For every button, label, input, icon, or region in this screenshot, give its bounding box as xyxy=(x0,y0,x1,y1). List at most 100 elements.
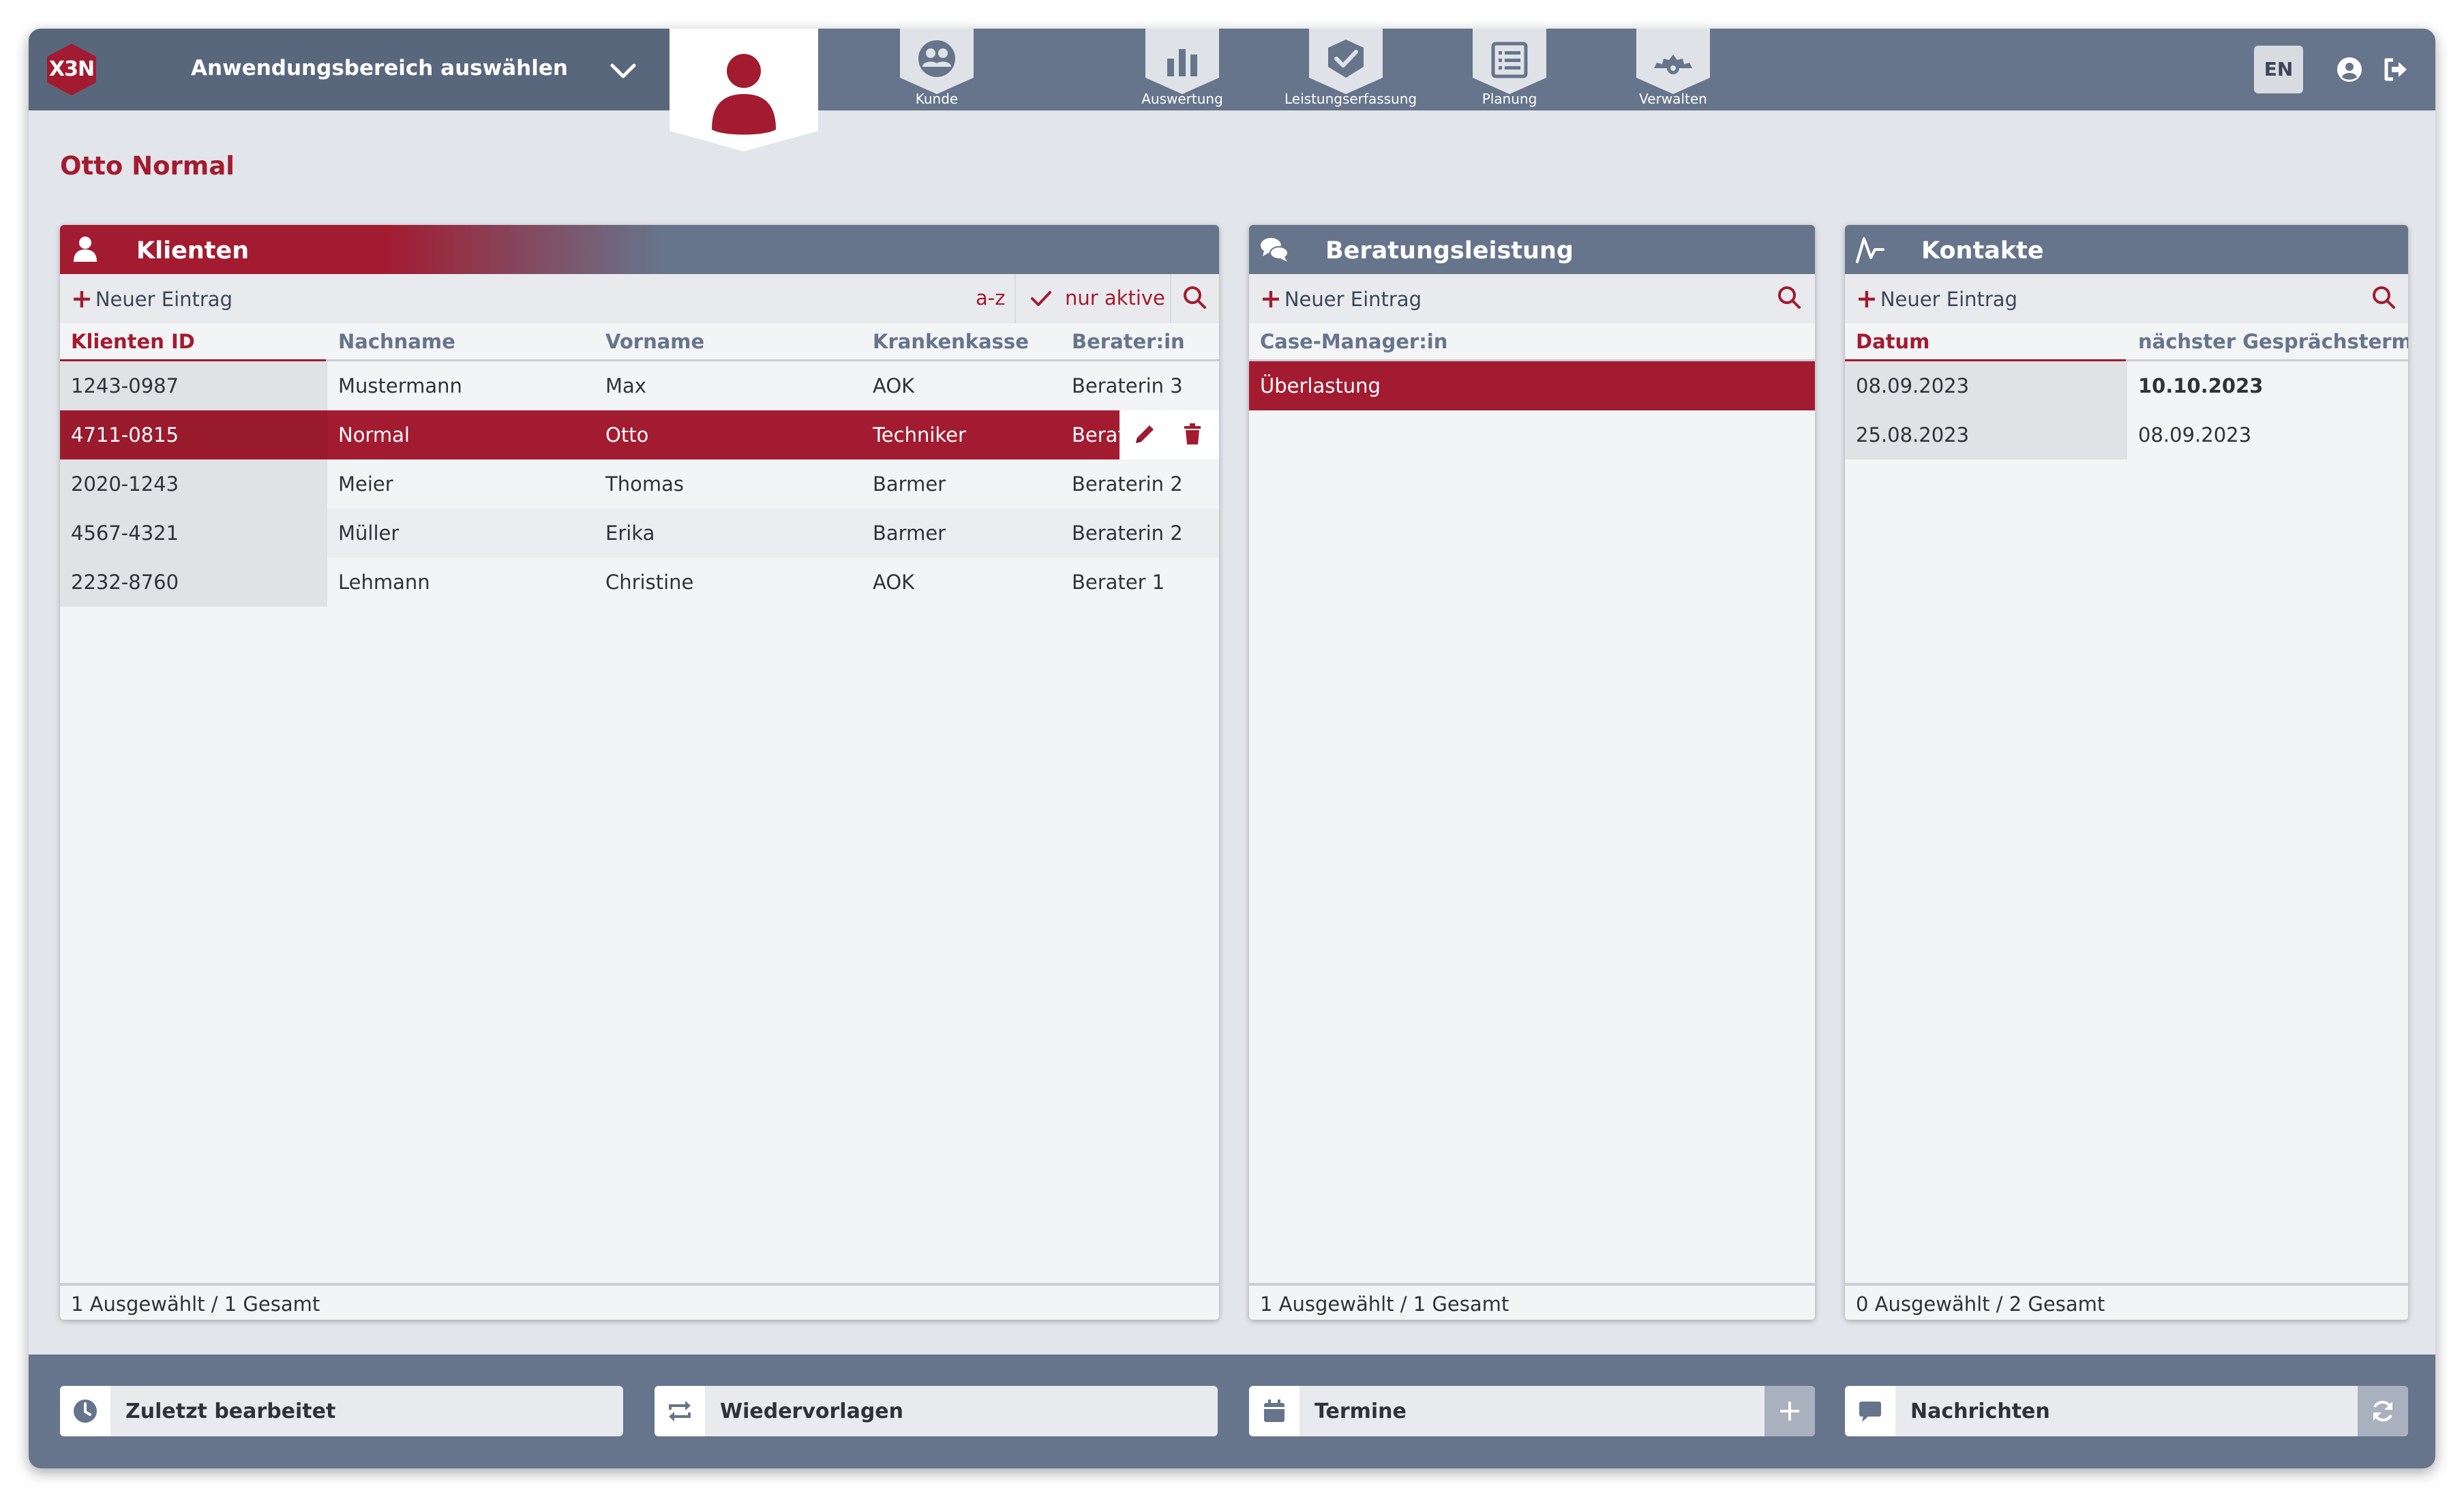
nav-item-leistungserfassung[interactable]: Leistungserfassung xyxy=(1284,29,1417,110)
consulting-table-body: Überlastung xyxy=(1249,361,1815,410)
appointments-button[interactable]: Termine xyxy=(1249,1386,1815,1436)
clients-toolbar: + Neuer Eintrag a-z nur aktive xyxy=(60,274,1219,323)
search-icon[interactable] xyxy=(1181,284,1208,311)
dock-icon-box xyxy=(1845,1386,1895,1436)
table-row[interactable]: 2232-8760 Lehmann Christine AOK Berater … xyxy=(60,558,1219,607)
column-header-first-name[interactable]: Vorname xyxy=(605,330,704,353)
resubmissions-button[interactable]: Wiedervorlagen xyxy=(655,1386,1218,1436)
app-selector[interactable]: X3N Anwendungsbereich auswählen xyxy=(29,29,670,110)
row-actions xyxy=(1120,410,1219,459)
nav-item-auswertung[interactable]: Auswertung xyxy=(1121,29,1244,110)
repeat-icon xyxy=(669,1401,691,1421)
search-icon[interactable] xyxy=(1775,284,1803,311)
user-account-icon[interactable] xyxy=(2336,56,2363,83)
message-icon xyxy=(1859,1402,1881,1422)
cell-client-id: 2020-1243 xyxy=(60,459,327,509)
cell-client-id: 4711-0815 xyxy=(60,410,327,459)
table-row[interactable]: 08.09.2023 10.10.2023 xyxy=(1845,361,2408,410)
table-row[interactable]: 25.08.2023 08.09.2023 xyxy=(1845,410,2408,459)
table-row-selected[interactable]: 4711-0815 Normal Otto Techniker Berat xyxy=(60,410,1219,459)
plus-icon: + xyxy=(1260,284,1282,314)
cell-first-name: Otto xyxy=(605,423,649,447)
nav-tab-person-active[interactable] xyxy=(670,29,818,151)
group-icon xyxy=(900,29,974,94)
logout-icon[interactable] xyxy=(2382,56,2409,83)
column-header-case-manager[interactable]: Case-Manager:in xyxy=(1260,330,1447,353)
cell-last-name: Normal xyxy=(338,423,410,447)
consulting-panel: Beratungsleistung + Neuer Eintrag Case-Ma… xyxy=(1249,225,1815,1320)
person-icon xyxy=(74,237,97,262)
check-icon[interactable] xyxy=(1030,288,1053,309)
cell-last-name: Meier xyxy=(338,472,393,496)
contacts-toolbar: + Neuer Eintrag xyxy=(1845,274,2408,323)
contacts-table-body: 08.09.2023 10.10.2023 25.08.2023 08.09.2… xyxy=(1845,361,2408,459)
nav-item-label: Verwalten xyxy=(1639,91,1707,107)
nav-item-verwalten[interactable]: Verwalten xyxy=(1612,29,1734,110)
column-header-insurance[interactable]: Krankenkasse xyxy=(873,330,1029,353)
table-row-selected[interactable]: Überlastung xyxy=(1249,361,1815,410)
table-row[interactable]: 2020-1243 Meier Thomas Barmer Beraterin … xyxy=(60,459,1219,509)
cell-insurance: Techniker xyxy=(873,423,966,447)
contacts-selection-count: 0 Ausgewählt / 2 Gesamt xyxy=(1856,1292,2105,1316)
cell-first-name: Christine xyxy=(605,571,694,594)
consulting-panel-header: Beratungsleistung xyxy=(1249,225,1815,274)
list-icon xyxy=(1473,29,1546,94)
chevron-down-icon[interactable] xyxy=(607,55,640,87)
toolbar-divider xyxy=(1015,274,1016,323)
cell-insurance: AOK xyxy=(873,571,915,594)
contacts-panel-title: Kontakte xyxy=(1921,237,2044,264)
toolbar-divider xyxy=(1170,274,1171,323)
refresh-icon xyxy=(2373,1400,2392,1422)
dock-icon-box xyxy=(60,1386,110,1436)
language-button[interactable]: EN xyxy=(2254,46,2303,93)
table-row[interactable]: 1243-0987 Mustermann Max AOK Beraterin 3 xyxy=(60,361,1219,410)
nav-item-planung[interactable]: Planung xyxy=(1448,29,1571,110)
add-appointment-button[interactable] xyxy=(1764,1386,1815,1436)
contacts-new-entry-button[interactable]: + Neuer Eintrag xyxy=(1856,285,2017,312)
clients-new-entry-button[interactable]: + Neuer Eintrag xyxy=(71,285,232,312)
nav-item-label: Planung xyxy=(1482,91,1537,107)
cell-client-id: 1243-0987 xyxy=(60,361,327,410)
column-header-client-id[interactable]: Klienten ID xyxy=(71,330,195,353)
recently-edited-label: Zuletzt bearbeitet xyxy=(125,1400,336,1423)
recently-edited-button[interactable]: Zuletzt bearbeitet xyxy=(60,1386,623,1436)
cell-date: 25.08.2023 xyxy=(1845,410,2127,459)
nav-item-kunde[interactable]: Kunde xyxy=(875,29,998,110)
column-header-date[interactable]: Datum xyxy=(1856,330,1929,353)
table-row[interactable]: 4567-4321 Müller Erika Barmer Beraterin … xyxy=(60,509,1219,558)
cell-next-appointment: 10.10.2023 xyxy=(2138,374,2264,397)
messages-button[interactable]: Nachrichten xyxy=(1845,1386,2408,1436)
appointments-label: Termine xyxy=(1314,1400,1407,1423)
nav-item-label: Kunde xyxy=(915,91,959,107)
refresh-messages-button[interactable] xyxy=(2358,1386,2408,1436)
consulting-panel-title: Beratungsleistung xyxy=(1325,237,1574,264)
cell-last-name: Lehmann xyxy=(338,571,430,594)
column-header-last-name[interactable]: Nachname xyxy=(338,330,455,353)
search-icon[interactable] xyxy=(2370,284,2397,311)
clock-icon xyxy=(74,1400,97,1423)
edit-pencil-icon[interactable] xyxy=(1132,421,1158,447)
contacts-footer: 0 Ausgewählt / 2 Gesamt xyxy=(1845,1283,2408,1320)
consulting-new-entry-button[interactable]: + Neuer Eintrag xyxy=(1260,285,1422,312)
x3n-logo: X3N xyxy=(46,42,97,97)
new-entry-label: Neuer Eintrag xyxy=(1284,288,1422,311)
page-title: Otto Normal xyxy=(60,151,235,181)
clients-panel-header: Klienten xyxy=(60,225,1219,274)
column-header-next-appointment[interactable]: nächster Gesprächstermin xyxy=(2138,330,2408,353)
clients-table-body: 1243-0987 Mustermann Max AOK Beraterin 3… xyxy=(60,361,1219,607)
plus-icon xyxy=(1780,1402,1799,1421)
calendar-icon xyxy=(1264,1400,1284,1422)
plus-icon: + xyxy=(1856,284,1878,314)
only-active-filter[interactable]: nur aktive xyxy=(1065,286,1165,309)
plus-icon: + xyxy=(71,284,93,314)
cell-advisor: Beraterin 2 xyxy=(1072,472,1183,496)
column-header-advisor[interactable]: Berater:in xyxy=(1072,330,1185,353)
cell-first-name: Thomas xyxy=(605,472,684,496)
delete-trash-icon[interactable] xyxy=(1180,421,1205,447)
sort-az-toggle[interactable]: a-z xyxy=(976,286,1005,309)
consulting-selection-count: 1 Ausgewählt / 1 Gesamt xyxy=(1260,1292,1509,1316)
app-selector-label: Anwendungsbereich auswählen xyxy=(191,56,568,80)
clients-column-headers: Klienten ID Nachname Vorname Krankenkass… xyxy=(60,323,1219,362)
cell-insurance: Barmer xyxy=(873,472,946,496)
cell-next-appointment: 08.09.2023 xyxy=(2138,423,2252,447)
